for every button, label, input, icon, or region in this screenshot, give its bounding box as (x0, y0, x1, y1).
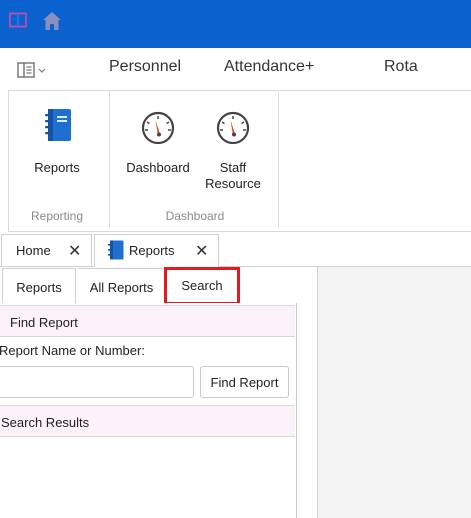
notebook-icon (108, 240, 124, 260)
menu-item-personnel[interactable]: Personnel (109, 58, 181, 76)
gauge-icon (216, 111, 250, 144)
report-name-input[interactable] (0, 366, 194, 398)
doc-tab-home[interactable]: Home ✕ (1, 234, 92, 266)
ribbon-dashboard-label: Dashboard (126, 160, 190, 175)
find-report-header-label: Find Report (10, 315, 78, 330)
home-icon[interactable] (41, 10, 63, 32)
ribbon-staff-label-line1: Staff (219, 160, 247, 175)
search-tab-highlight (164, 267, 240, 305)
ribbon-group-reporting: Reporting (30, 209, 84, 223)
close-icon[interactable]: ✕ (195, 241, 208, 261)
menu-item-attendance[interactable]: Attendance+ (224, 58, 314, 76)
panel-toggle-icon[interactable] (17, 61, 53, 79)
close-icon[interactable]: ✕ (68, 241, 81, 261)
doc-tab-reports[interactable]: Reports ✕ (94, 234, 219, 267)
ribbon-staff-resource-button[interactable]: Staff Resource (198, 100, 268, 196)
find-report-header: Find Report (0, 305, 295, 337)
find-report-button-label: Find Report (210, 375, 279, 390)
sidebar-toggle-icon[interactable] (9, 12, 27, 28)
search-results-header: Search Results (0, 405, 295, 437)
ribbon-reports-button[interactable]: Reports (20, 100, 94, 184)
ribbon-group-dashboard: Dashboard (165, 209, 225, 223)
report-name-label: Report Name or Number: (0, 343, 145, 358)
title-bar (0, 0, 471, 48)
find-report-button[interactable]: Find Report (200, 366, 289, 398)
doc-tab-home-label: Home (16, 243, 51, 258)
ribbon-dashboard-button[interactable]: Dashboard (122, 100, 194, 184)
menu-item-rota[interactable]: Rota (384, 58, 418, 76)
gauge-icon (141, 111, 175, 144)
content-area (317, 267, 471, 518)
search-results-header-label: Search Results (1, 415, 90, 430)
ribbon-separator (278, 92, 279, 228)
tab-reports-label: Reports (16, 280, 62, 295)
ribbon-reports-label: Reports (34, 160, 80, 175)
tab-all-reports-label: All Reports (89, 280, 154, 295)
tab-reports[interactable]: Reports (2, 268, 76, 304)
notebook-icon (45, 109, 71, 141)
ribbon-separator (109, 92, 110, 228)
ribbon-staff-label-line2: Resource (205, 176, 261, 191)
doc-tab-reports-label: Reports (129, 243, 175, 258)
tab-all-reports[interactable]: All Reports (78, 268, 166, 304)
